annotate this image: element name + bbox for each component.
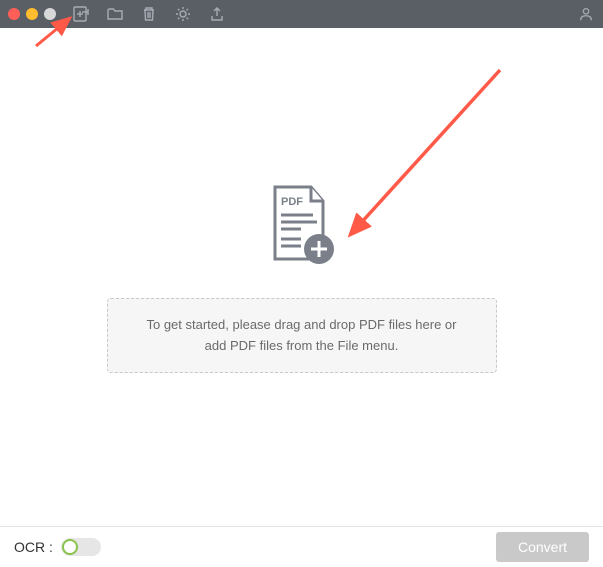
maximize-window-button[interactable] (44, 8, 56, 20)
toolbar (72, 5, 226, 23)
trash-icon[interactable] (140, 5, 158, 23)
folder-icon[interactable] (106, 5, 124, 23)
export-icon[interactable] (208, 5, 226, 23)
drop-hint-box[interactable]: To get started, please drag and drop PDF… (107, 298, 497, 374)
close-window-button[interactable] (8, 8, 20, 20)
titlebar (0, 0, 603, 28)
account-icon[interactable] (577, 5, 595, 23)
drop-hint-text: To get started, please drag and drop PDF… (146, 317, 456, 353)
add-pdf-icon[interactable]: PDF (263, 181, 341, 276)
gear-icon[interactable] (174, 5, 192, 23)
pdf-label: PDF (281, 196, 303, 208)
ocr-toggle-knob (62, 539, 78, 555)
bottom-bar: OCR : Convert (0, 526, 603, 567)
ocr-label: OCR : (14, 539, 53, 555)
add-file-icon[interactable] (72, 5, 90, 23)
drop-zone[interactable]: PDF To get started, please drag and drop… (0, 28, 603, 526)
ocr-toggle[interactable] (61, 538, 101, 556)
convert-button[interactable]: Convert (496, 532, 589, 562)
window-controls (8, 8, 56, 20)
minimize-window-button[interactable] (26, 8, 38, 20)
